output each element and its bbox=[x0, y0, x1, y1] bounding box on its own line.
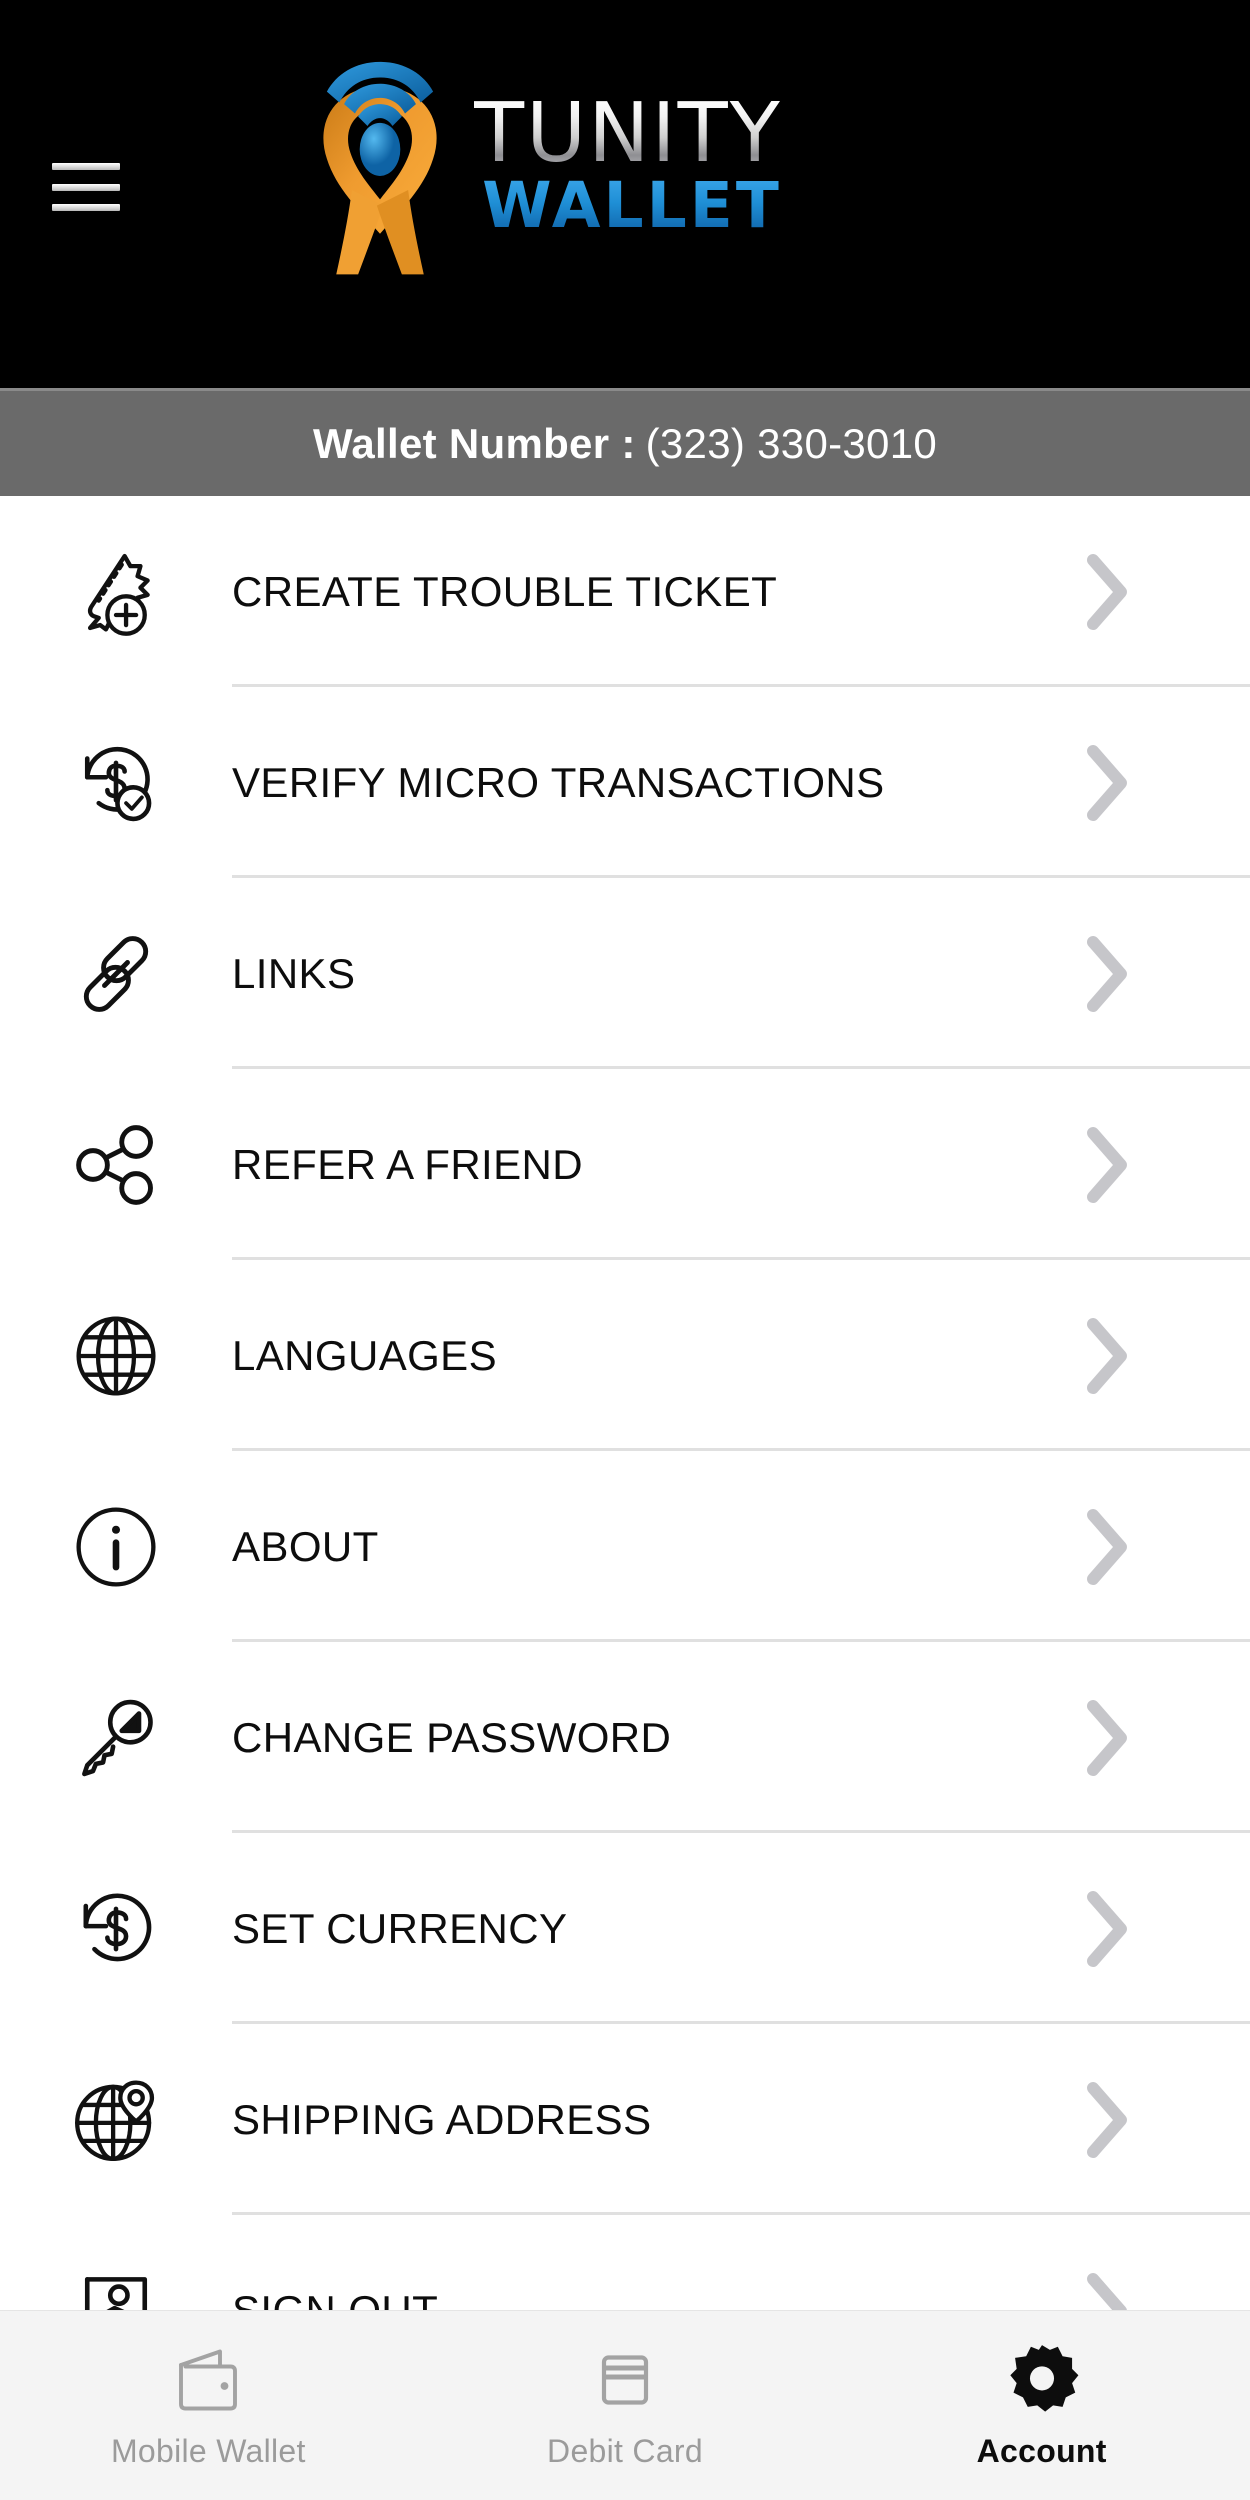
tab-label: Debit Card bbox=[547, 2433, 703, 2469]
chevron-right-icon bbox=[1080, 2078, 1250, 2162]
menu-item-label: LINKS bbox=[232, 949, 356, 997]
credit-card-icon bbox=[592, 2341, 658, 2419]
menu-item-label: ABOUT bbox=[232, 1522, 379, 1570]
chevron-right-icon bbox=[1080, 1314, 1250, 1398]
wallet-number-bar: Wallet Number : (323) 330-3010 bbox=[0, 388, 1250, 496]
chevron-right-icon bbox=[1080, 741, 1250, 825]
chevron-right-icon bbox=[1080, 1696, 1250, 1780]
menu-item-shipping-address[interactable]: SHIPPING ADDRESS bbox=[0, 2024, 1250, 2215]
tab-label: Account bbox=[976, 2433, 1107, 2469]
menu-item-languages[interactable]: LANGUAGES bbox=[0, 1260, 1250, 1451]
menu-item-label: SHIPPING ADDRESS bbox=[232, 2095, 652, 2143]
tab-debit-card[interactable]: Debit Card bbox=[417, 2311, 834, 2500]
brand-primary-text: TUNITY bbox=[474, 85, 782, 181]
chain-link-icon bbox=[0, 928, 232, 1020]
chevron-right-icon bbox=[1080, 1505, 1250, 1589]
wallet-number-label: Wallet Number : bbox=[312, 419, 636, 467]
bottom-tab-bar: Mobile Wallet Debit Card Account bbox=[0, 2310, 1250, 2500]
hamburger-menu-icon[interactable] bbox=[52, 163, 120, 211]
menu-item-set-currency[interactable]: SET CURRENCY bbox=[0, 1833, 1250, 2024]
chevron-right-icon bbox=[1080, 1887, 1250, 1971]
hamburger-bar-3 bbox=[52, 204, 120, 211]
menu-item-label: CHANGE PASSWORD bbox=[232, 1713, 672, 1761]
menu-item-links[interactable]: LINKS bbox=[0, 878, 1250, 1069]
app-header: TUNITY WALLET bbox=[0, 0, 1250, 388]
hamburger-bar-2 bbox=[52, 183, 120, 191]
gear-icon bbox=[1004, 2341, 1080, 2419]
chevron-right-icon bbox=[1080, 1123, 1250, 1207]
menu-item-label: REFER A FRIEND bbox=[232, 1140, 583, 1188]
menu-item-verify-micro-transactions[interactable]: VERIFY MICRO TRANSACTIONS bbox=[0, 687, 1250, 878]
hamburger-bar-1 bbox=[52, 163, 120, 170]
menu-item-label: SET CURRENCY bbox=[232, 1904, 568, 1952]
chevron-right-icon bbox=[1080, 550, 1250, 634]
chevron-right-icon bbox=[1080, 932, 1250, 1016]
brand-secondary-text: WALLET bbox=[482, 168, 782, 242]
menu-item-label: LANGUAGES bbox=[232, 1331, 498, 1379]
exit-door-running-icon bbox=[0, 2265, 232, 2310]
menu-item-label: VERIFY MICRO TRANSACTIONS bbox=[232, 758, 885, 806]
dollar-refresh-check-icon bbox=[0, 737, 232, 829]
key-icon bbox=[0, 1692, 232, 1784]
app-screen: TUNITY WALLET Wallet Number : (323) 330-… bbox=[0, 0, 1250, 2500]
menu-item-create-trouble-ticket[interactable]: CREATE TROUBLE TICKET bbox=[0, 496, 1250, 687]
menu-item-label: SIGN OUT bbox=[232, 2286, 439, 2311]
ticket-add-icon bbox=[0, 546, 232, 638]
menu-item-refer-a-friend[interactable]: REFER A FRIEND bbox=[0, 1069, 1250, 1260]
tunity-location-pin-logo-icon bbox=[323, 61, 437, 275]
tab-label: Mobile Wallet bbox=[110, 2433, 306, 2469]
share-nodes-icon bbox=[0, 1119, 232, 1211]
menu-item-label: CREATE TROUBLE TICKET bbox=[232, 567, 778, 615]
dollar-refresh-icon bbox=[0, 1883, 232, 1975]
tab-account[interactable]: Account bbox=[833, 2311, 1250, 2500]
wallet-number-value: (323) 330-3010 bbox=[645, 419, 938, 467]
chevron-right-icon bbox=[1080, 2269, 1250, 2310]
info-circle-icon bbox=[0, 1501, 232, 1593]
menu-item-sign-out[interactable]: SIGN OUT bbox=[0, 2215, 1250, 2310]
menu-item-about[interactable]: ABOUT bbox=[0, 1451, 1250, 1642]
account-menu-list: CREATE TROUBLE TICKET VERIFY MICRO TRANS… bbox=[0, 496, 1250, 2310]
tab-mobile-wallet[interactable]: Mobile Wallet bbox=[0, 2311, 417, 2500]
menu-item-change-password[interactable]: CHANGE PASSWORD bbox=[0, 1642, 1250, 1833]
brand-logo: TUNITY WALLET bbox=[300, 40, 782, 290]
wallet-icon bbox=[170, 2341, 246, 2419]
globe-pin-icon bbox=[0, 2074, 232, 2166]
globe-icon bbox=[0, 1310, 232, 1402]
